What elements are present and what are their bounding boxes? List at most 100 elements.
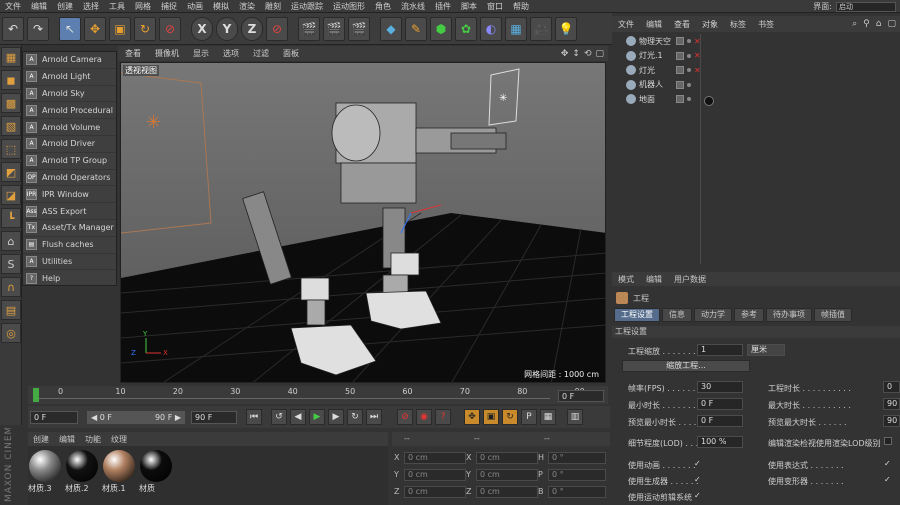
position-field[interactable]: 0 cm (404, 469, 466, 481)
menu-item[interactable]: 选择 (78, 1, 104, 12)
menu-item[interactable]: 流水线 (396, 1, 430, 12)
goto-end-button[interactable]: ⏭ (366, 409, 382, 425)
record-active-button[interactable]: ⊘ (397, 409, 413, 425)
layer-flag[interactable] (676, 66, 684, 75)
menu-item[interactable]: 编辑 (26, 1, 52, 12)
menu-item[interactable]: 渲染 (234, 1, 260, 12)
cloner-button[interactable]: ✿ (455, 16, 477, 41)
menu-item[interactable]: 网格 (130, 1, 156, 12)
record-position-button[interactable]: ✥ (464, 409, 480, 425)
arnold-menu-item[interactable]: Ass ASS Export (23, 203, 116, 220)
menu-item[interactable]: 帮助 (508, 1, 534, 12)
viewport-menu-item[interactable]: 过滤 (246, 48, 276, 59)
layout-dropdown[interactable]: 启动 (836, 1, 896, 12)
size-field[interactable]: 0 cm (476, 486, 538, 498)
use-deformers-checkbox[interactable]: ✓ (884, 475, 891, 484)
attribute-menu-item[interactable]: 编辑 (640, 274, 668, 285)
attribute-tab[interactable]: 信息 (662, 308, 692, 322)
object-row[interactable]: 地面 (612, 92, 900, 107)
light-button[interactable]: 💡 (555, 16, 577, 41)
attribute-menu-item[interactable]: 模式 (612, 274, 640, 285)
layer-flag[interactable] (676, 37, 684, 46)
preview-range-slider[interactable]: ◀ 0 F 90 F ▶ (87, 410, 185, 424)
prev-key-button[interactable]: ↺ (271, 409, 287, 425)
layer-flag[interactable] (676, 95, 684, 104)
next-key-button[interactable]: ↻ (347, 409, 363, 425)
menu-item[interactable]: 模拟 (208, 1, 234, 12)
arnold-menu-item[interactable]: IPR IPR Window (23, 186, 116, 204)
coordinate-system-button[interactable]: ⊘ (266, 16, 288, 41)
subdivision-button[interactable]: ⬢ (430, 16, 452, 41)
goto-start-button[interactable]: ⏮ (246, 409, 262, 425)
record-point-level-button[interactable]: ▦ (540, 409, 556, 425)
attribute-tab[interactable]: 待办事项 (766, 308, 812, 322)
arnold-menu-item[interactable]: A Arnold Light (23, 69, 116, 86)
menu-item[interactable]: 角色 (370, 1, 396, 12)
project-scale-unit-dropdown[interactable]: 厘米 (747, 344, 785, 356)
preview-min-time-field[interactable]: 0 F (697, 415, 743, 427)
timeline-ruler[interactable]: 0102030405060708090 (28, 386, 608, 404)
menu-item[interactable]: 插件 (430, 1, 456, 12)
filter-icon[interactable]: ⚲ (863, 19, 870, 29)
visibility-dot[interactable] (687, 97, 691, 102)
menu-item[interactable]: 文件 (0, 1, 26, 12)
start-frame-field[interactable]: 0 F (30, 410, 78, 424)
workplane-mode-button[interactable]: ▧ (1, 116, 21, 136)
render-picture-viewer-button[interactable]: 🎬 (323, 16, 345, 41)
object-menu-item[interactable]: 编辑 (640, 19, 668, 30)
record-parameter-button[interactable]: P (521, 409, 537, 425)
size-field[interactable]: 0 cm (476, 452, 538, 464)
position-field[interactable]: 0 cm (404, 486, 466, 498)
move-tool-button[interactable]: ✥ (84, 16, 106, 41)
position-field[interactable]: 0 cm (404, 452, 466, 464)
workplane-lock-button[interactable]: ◎ (1, 323, 21, 343)
arnold-menu-item[interactable]: ? Help (23, 270, 116, 288)
object-row[interactable]: 灯光 ✕ (612, 63, 900, 78)
render-lod-checkbox[interactable] (884, 437, 892, 445)
material-menu-item[interactable]: 纹理 (106, 434, 132, 445)
attribute-menu-item[interactable]: 用户数据 (668, 274, 712, 285)
menu-item[interactable]: 运动图形 (328, 1, 370, 12)
make-editable-button[interactable]: ▦ (1, 47, 21, 67)
polygons-mode-button[interactable]: ◪ (1, 185, 21, 205)
arnold-menu-item[interactable]: A Utilities (23, 254, 116, 271)
arnold-menu-item[interactable]: Tx Asset/Tx Manager (23, 220, 116, 237)
layer-flag[interactable] (676, 80, 684, 89)
menu-item[interactable]: 运动跟踪 (286, 1, 328, 12)
render-view-button[interactable]: 🎬 (298, 16, 320, 41)
project-scale-field[interactable]: 1 (697, 344, 743, 356)
menu-item[interactable]: 创建 (52, 1, 78, 12)
material-tag[interactable] (704, 96, 714, 106)
home-icon[interactable]: ⌂ (876, 19, 882, 29)
redo-button[interactable]: ↷ (27, 16, 49, 41)
rotate-tool-button[interactable]: ↻ (134, 16, 156, 41)
material-thumbnail[interactable]: 材质 (139, 450, 173, 496)
use-expressions-checkbox[interactable]: ✓ (884, 459, 891, 468)
attribute-tab[interactable]: 帧插值 (814, 308, 852, 322)
menu-item[interactable]: 脚本 (456, 1, 482, 12)
preview-max-time-field[interactable]: 90 (883, 415, 900, 427)
object-row[interactable]: 物理天空 ✕ (612, 34, 900, 49)
visibility-dot[interactable] (687, 82, 691, 87)
texture-mode-button[interactable]: ▩ (1, 93, 21, 113)
attribute-tab[interactable]: 参考 (734, 308, 764, 322)
magnet-button[interactable]: ∩ (1, 277, 21, 297)
menu-item[interactable]: 窗口 (482, 1, 508, 12)
arnold-menu-item[interactable]: A Arnold Sky (23, 86, 116, 103)
rotation-field[interactable]: 0 ° (548, 486, 606, 498)
lock-button[interactable]: ▤ (1, 300, 21, 320)
attribute-tab[interactable]: 动力学 (694, 308, 732, 322)
deformer-button[interactable]: ◐ (480, 16, 502, 41)
axis-y-button[interactable]: Y (216, 16, 238, 41)
use-motion-system-checkbox[interactable]: ✓ (694, 491, 701, 500)
menu-item[interactable]: 雕刻 (260, 1, 286, 12)
arnold-menu-item[interactable]: ▤ Flush caches (23, 237, 116, 254)
next-frame-button[interactable]: ▶ (328, 409, 344, 425)
record-rotation-button[interactable]: ↻ (502, 409, 518, 425)
fps-field[interactable]: 30 (697, 381, 743, 393)
viewport-menu-item[interactable]: 摄像机 (148, 48, 186, 59)
cube-button[interactable]: ◆ (380, 16, 402, 41)
render-settings-button[interactable]: 🎬 (348, 16, 370, 41)
points-mode-button[interactable]: ⬚ (1, 139, 21, 159)
arnold-menu-item[interactable]: OP Arnold Operators (23, 170, 116, 187)
